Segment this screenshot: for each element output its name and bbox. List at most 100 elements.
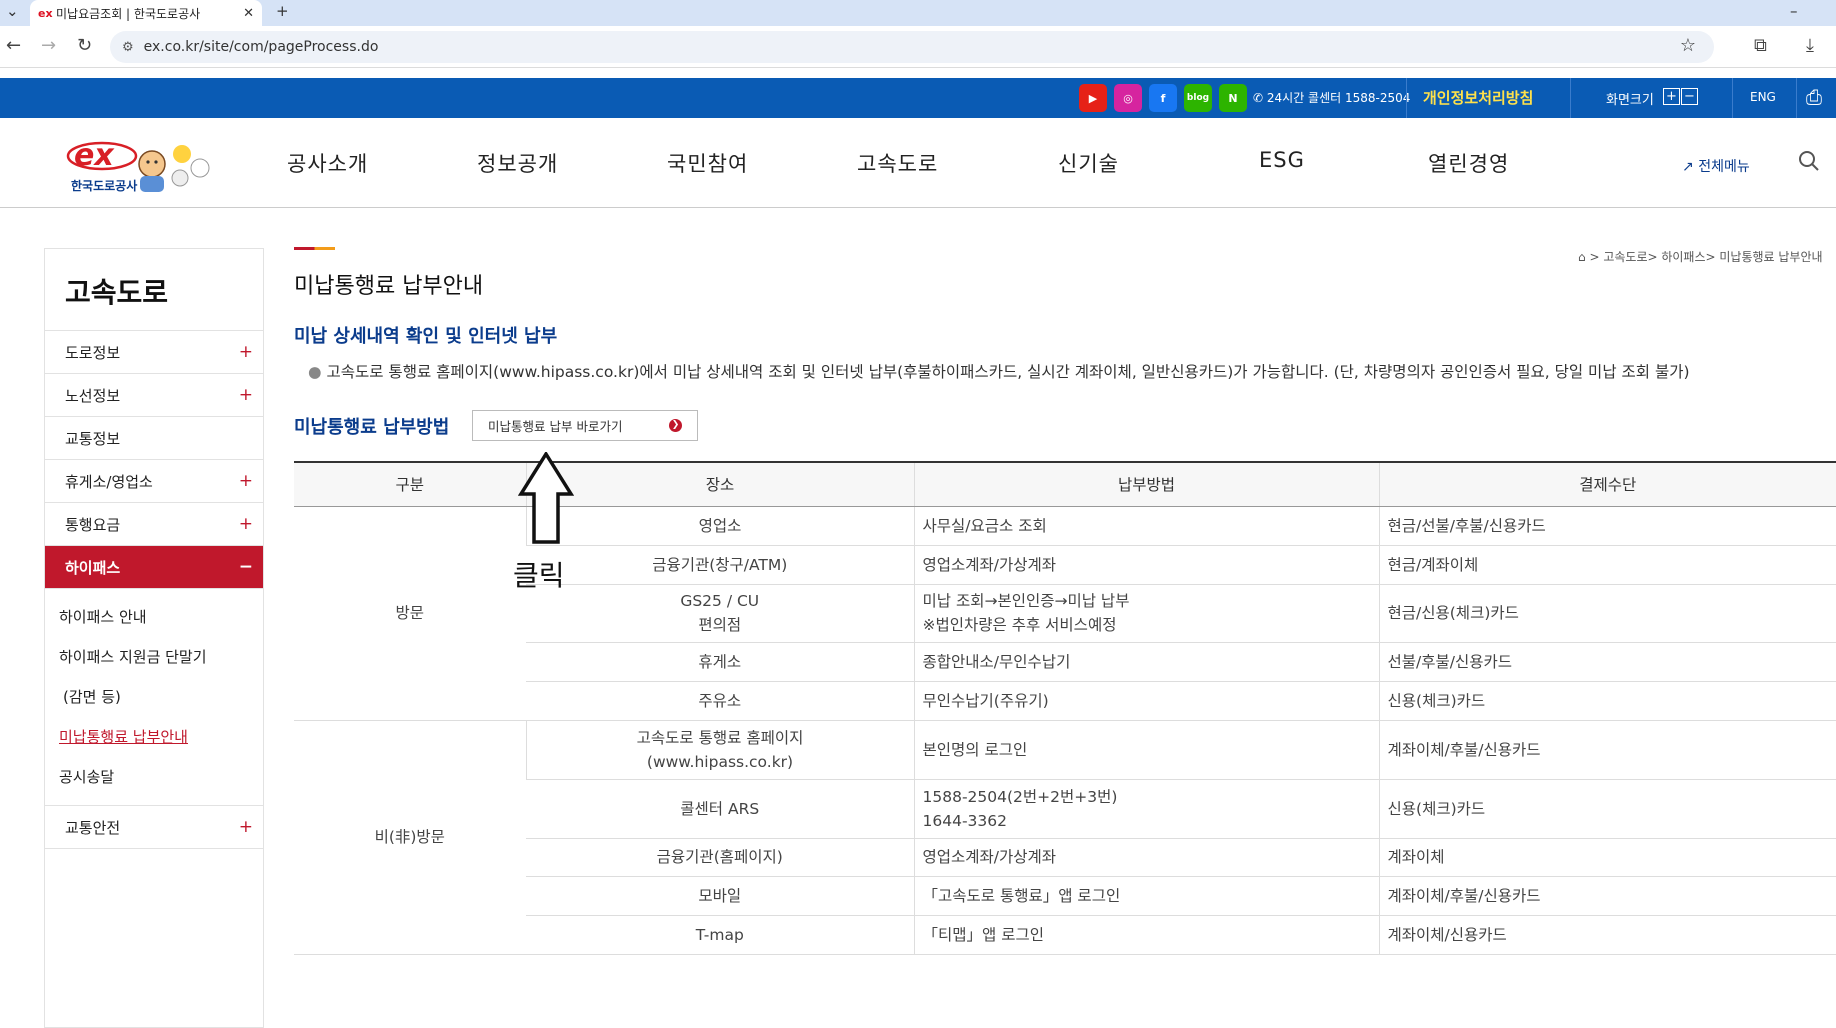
instagram-icon[interactable]: ◎ [1114, 84, 1142, 112]
method-cell: 본인명의 로그인 [913, 720, 1379, 780]
expand-icon[interactable]: + [239, 514, 253, 534]
back-icon[interactable]: ← [6, 36, 21, 56]
sidebar-subitem-active[interactable]: 미납통행료 납부안내 [59, 717, 263, 757]
bullet-icon: ● [308, 363, 322, 381]
minimize-icon[interactable]: – [1790, 2, 1798, 20]
sidebar-item[interactable]: 노선정보 + [45, 374, 263, 417]
browser-tab-strip: ⌄ ex 미납요금조회 | 한국도로공사 ✕ + – [0, 0, 1836, 26]
gnb-item-participation[interactable]: 국민참여 [667, 148, 748, 178]
expand-icon[interactable]: + [239, 385, 253, 405]
sidebar-item[interactable]: 통행요금 + [45, 503, 263, 546]
sidebar-item[interactable]: 도로정보 + [45, 331, 263, 374]
site-info-icon[interactable]: ⚙ [122, 40, 134, 55]
blog-icon[interactable]: blog [1184, 84, 1212, 112]
payment-cell: 계좌이체 [1378, 838, 1836, 877]
utility-bar: ▶ ◎ f blog N ✆ 24시간 콜센터 1588-2504 개인정보처리방침 화… [0, 78, 1836, 118]
place-cell: 고속도로 통행료 홈페이지 (www.hipass.co.kr) [525, 720, 914, 780]
expand-icon[interactable]: + [239, 471, 253, 491]
table-row: 금융기관(홈페이지) 영업소계좌/가상계좌 계좌이체 [294, 838, 1836, 877]
place-cell: 휴게소 [526, 642, 914, 682]
payment-cell: 신용(체크)카드 [1378, 779, 1836, 839]
gnb-item-tech[interactable]: 신기술 [1058, 148, 1119, 178]
address-bar[interactable]: ⚙ ex.co.kr/site/com/pageProcess.do ☆ [110, 31, 1714, 63]
method-cell: 1588-2504(2번+2번+3번) 1644-3362 [913, 779, 1379, 839]
screen-size-label: 화면크기 [1606, 93, 1654, 108]
table-row: T-map 「티맵」앱 로그인 계좌이체/신용카드 [294, 915, 1836, 955]
place-cell: GS25 / CU 편의점 [526, 584, 914, 643]
browser-tab[interactable]: ex 미납요금조회 | 한국도로공사 ✕ [30, 0, 262, 26]
tab-close-icon[interactable]: ✕ [243, 6, 254, 21]
payment-cell: 계좌이체/후불/신용카드 [1378, 720, 1836, 780]
sidebar-subitem[interactable]: (감면 등) [59, 677, 263, 717]
gnb-item-management[interactable]: 열린경영 [1428, 148, 1509, 178]
bookmark-star-icon[interactable]: ☆ [1680, 35, 1696, 56]
sidebar-item-label: 통행요금 [65, 515, 121, 534]
gnb-item-esg[interactable]: ESG [1259, 148, 1305, 172]
download-icon[interactable]: ⤓ [1806, 36, 1814, 56]
tab-title: 미납요금조회 | 한국도로공사 [56, 6, 201, 21]
place-cell: 영업소 [525, 506, 914, 546]
facebook-icon[interactable]: f [1149, 84, 1177, 112]
all-menu-button[interactable]: ↗ 전체메뉴 [1682, 156, 1750, 176]
call-center: ✆ 24시간 콜센터 1588-2504 [1253, 89, 1410, 106]
browser-toolbar: ← → ↻ ⚙ ex.co.kr/site/com/pageProcess.do… [0, 26, 1836, 68]
sidebar-item[interactable]: 하이패스 − [45, 546, 263, 589]
sidebar-subitem[interactable]: 하이패스 안내 [59, 597, 263, 637]
chevron-right-icon: ❯ [669, 419, 682, 432]
divider [1796, 78, 1797, 118]
method-cell: 영업소계좌/가상계좌 [913, 545, 1379, 585]
gnb-item-disclosure[interactable]: 정보공개 [477, 148, 558, 178]
gnb-item-about[interactable]: 공사소개 [287, 148, 368, 178]
naver-post-icon[interactable]: N [1219, 84, 1247, 112]
privacy-policy-link[interactable]: 개인정보처리방침 [1423, 87, 1533, 108]
sidebar-subitem[interactable]: 하이패스 지원금 단말기 [59, 637, 263, 677]
sidebar-item[interactable]: 교통안전 + [45, 806, 263, 849]
svg-text:ex: ex [74, 138, 115, 173]
expand-icon[interactable]: + [239, 342, 253, 362]
logo[interactable]: ex 한국도로공사 [64, 130, 214, 196]
extensions-icon[interactable]: ⧉ [1754, 36, 1767, 56]
call-center-text: 24시간 콜센터 1588-2504 [1266, 91, 1411, 105]
svg-text:한국도로공사: 한국도로공사 [71, 178, 137, 193]
phone-icon: ✆ [1253, 91, 1264, 105]
breadcrumb: ⌂ > 고속도로> 하이패스> 미납통행료 납부안내 [1578, 248, 1823, 265]
table-row: 콜센터 ARS 1588-2504(2번+2번+3번) 1644-3362 신용(체크… [294, 779, 1836, 839]
payment-cell: 현금/선불/후불/신용카드 [1378, 506, 1836, 546]
zoom-out-button[interactable]: − [1681, 88, 1698, 105]
sidebar-item[interactable]: 휴게소/영업소 + [45, 460, 263, 503]
place-cell: 금융기관(창구/ATM) [526, 545, 914, 585]
new-tab-icon[interactable]: + [276, 2, 289, 20]
payment-shortcut-button[interactable]: 미납통행료 납부 바로가기 ❯ [472, 410, 698, 441]
gnb-item-expressway[interactable]: 고속도로 [857, 148, 938, 178]
method-cell: 무인수납기(주유기) [913, 681, 1379, 721]
zoom-in-button[interactable]: + [1663, 88, 1680, 105]
method-cell: 사무실/요금소 조회 [913, 506, 1379, 546]
sidebar-item-label: 도로정보 [65, 343, 121, 362]
print-icon[interactable]: ⎙ [1806, 85, 1822, 109]
tab-list-chevron-icon[interactable]: ⌄ [6, 2, 19, 20]
expand-icon[interactable]: + [239, 817, 253, 837]
collapse-icon[interactable]: − [239, 557, 253, 577]
sidebar: 고속도로 도로정보 + 노선정보 + 교통정보 휴게소/영업소 + 통행요금 + 하이패스 − 하이패… [44, 248, 264, 1028]
logo-mark: ex 한국도로공사 [66, 138, 210, 193]
youtube-icon[interactable]: ▶ [1079, 84, 1107, 112]
payment-cell: 선불/후불/신용카드 [1378, 642, 1836, 682]
sidebar-title: 고속도로 [45, 249, 263, 331]
section-title: 미납 상세내역 확인 및 인터넷 납부 [294, 326, 558, 347]
search-icon[interactable] [1798, 150, 1820, 176]
sidebar-subitem[interactable]: 공시송달 [59, 757, 263, 797]
cell-text: 편의점 [698, 616, 742, 634]
home-icon[interactable]: ⌂ [1578, 250, 1586, 264]
sidebar-item[interactable]: 교통정보 [45, 417, 263, 460]
place-cell: 금융기관(홈페이지) [526, 838, 914, 877]
breadcrumb-text[interactable]: > 고속도로> 하이패스> 미납통행료 납부안내 [1589, 250, 1822, 264]
table-row: 모바일 「고속도로 통행료」앱 로그인 계좌이체/후불/신용카드 [294, 876, 1836, 916]
eng-link[interactable]: ENG [1750, 90, 1776, 104]
cell-text: GS25 / CU [680, 592, 760, 610]
sidebar-item-label: 노선정보 [65, 386, 121, 405]
reload-icon[interactable]: ↻ [77, 36, 92, 56]
forward-icon[interactable]: → [41, 36, 56, 56]
method-cell: 「고속도로 통행료」앱 로그인 [913, 876, 1379, 916]
method-cell: 「티맵」앱 로그인 [913, 915, 1379, 955]
sidebar-submenu: 하이패스 안내 하이패스 지원금 단말기 (감면 등) 미납통행료 납부안내 공시송달 [45, 589, 263, 806]
